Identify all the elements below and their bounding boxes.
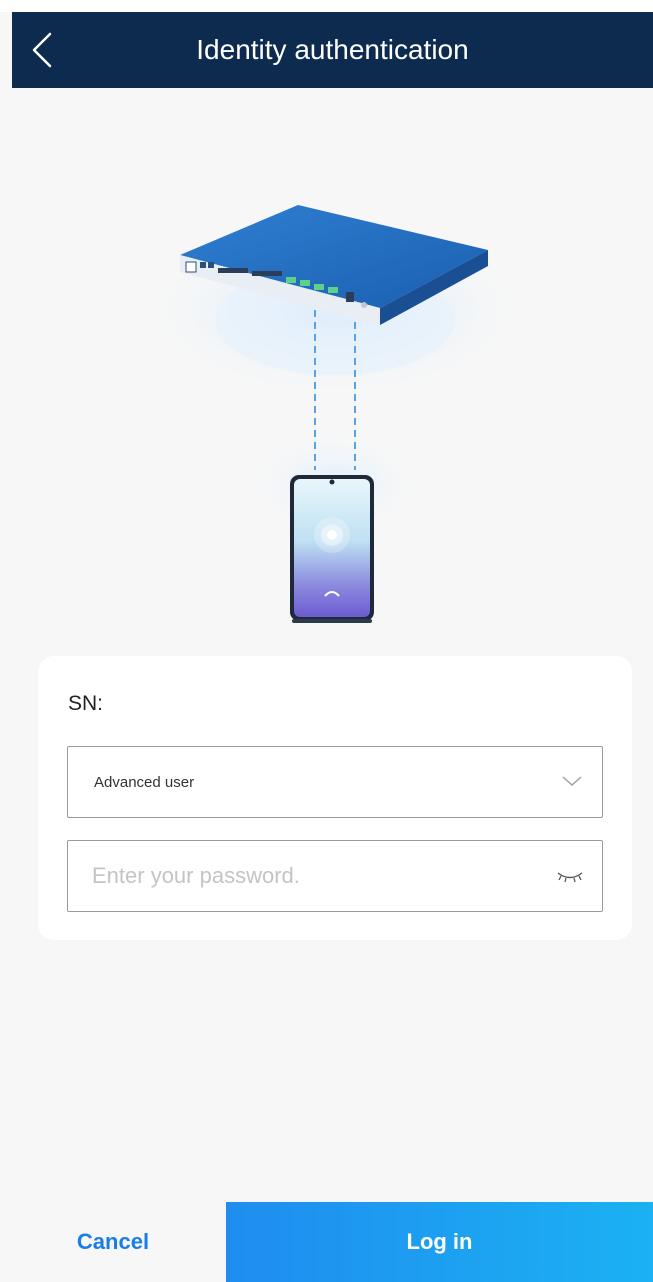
header-bar: Identity authentication bbox=[12, 12, 653, 88]
back-button[interactable] bbox=[22, 26, 66, 74]
login-button[interactable]: Log in bbox=[226, 1202, 653, 1282]
login-form-card: SN: Advanced user bbox=[38, 656, 632, 940]
page-title: Identity authentication bbox=[196, 34, 469, 65]
chevron-left-icon bbox=[32, 32, 52, 68]
cancel-button[interactable]: Cancel bbox=[0, 1202, 226, 1282]
chevron-down-icon bbox=[562, 776, 582, 787]
user-type-select[interactable]: Advanced user bbox=[67, 746, 603, 818]
password-input[interactable] bbox=[92, 841, 532, 911]
password-field[interactable] bbox=[67, 840, 603, 912]
eye-closed-icon[interactable] bbox=[556, 867, 584, 885]
device-connection-illustration bbox=[155, 205, 515, 623]
sn-label: SN: bbox=[68, 692, 104, 715]
user-type-value: Advanced user bbox=[94, 774, 195, 791]
footer-actions: Cancel Log in bbox=[0, 1202, 653, 1282]
status-strip bbox=[0, 0, 653, 12]
